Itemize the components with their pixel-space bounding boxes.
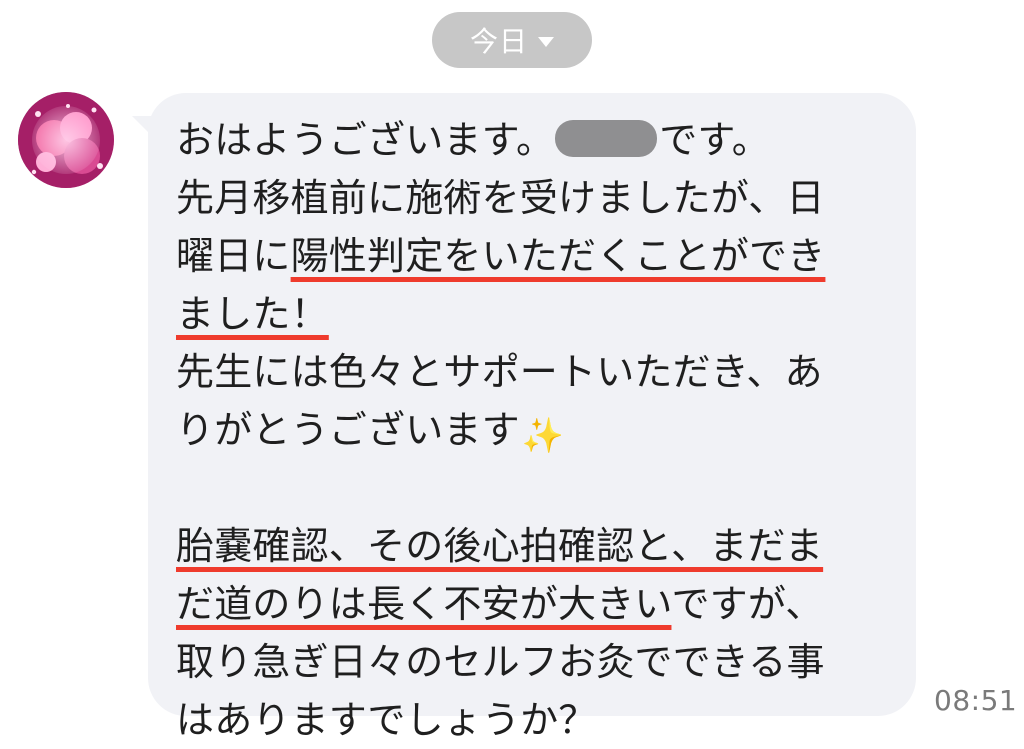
message-bubble: おはようございます。 です。 先月移植前に施術を受けましたが、日 曜日に陽性判定を… <box>148 93 916 742</box>
highlight-next-steps: 胎嚢確認、その後心拍確認と、まだま <box>176 524 824 568</box>
date-label: 今日 <box>469 25 528 58</box>
message-text: おはようございます。 です。 先月移植前に施術を受けましたが、日 曜日に陽性判定を… <box>176 111 888 749</box>
message-line-6: りがとうございます✨ <box>176 408 565 456</box>
message-line-8: 胎嚢確認、その後心拍確認と、まだま <box>176 517 888 575</box>
message-line-10: 取り急ぎ日々のセルフお灸でできる事 <box>176 640 825 684</box>
highlight-positive-result-end: ました！ <box>176 292 329 336</box>
message-timestamp: 08:51 <box>934 684 1018 717</box>
sparkles-icon: ✨ <box>521 416 565 456</box>
message-line-9: だ道のりは長く不安が大きいですが、 <box>176 582 824 626</box>
message-line-2: 先月移植前に施術を受けましたが、日 <box>176 176 825 220</box>
chevron-down-icon <box>538 37 554 47</box>
avatar[interactable] <box>18 92 114 188</box>
message-line-5: 先生には色々とサポートいただき、あ <box>176 350 823 394</box>
date-filter-pill[interactable]: 今日 <box>432 12 592 68</box>
message-line-4: ました！ <box>176 285 888 343</box>
highlight-positive-result: 陽性判定をいただくことができ <box>290 234 826 278</box>
highlight-anxiety: だ道のりは長く不安が大きい <box>176 582 672 626</box>
redacted-name <box>555 120 658 157</box>
message-line-1: おはようございます。 です。 <box>176 118 771 162</box>
message-line-3: 曜日に陽性判定をいただくことができ <box>176 234 826 278</box>
message-line-11: はありますでしょうか？ <box>176 698 597 742</box>
